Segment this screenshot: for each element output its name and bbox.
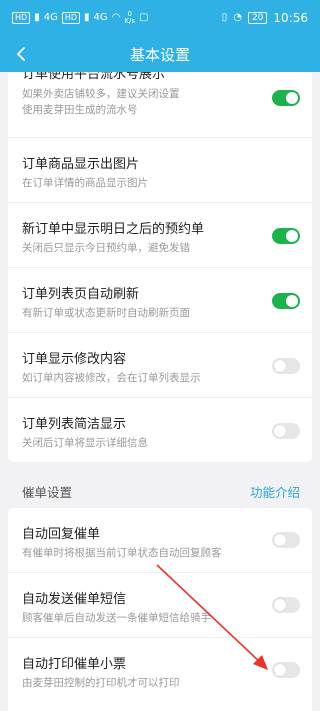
nav-bar: 基本设置 [0, 36, 320, 72]
toggle-switch[interactable] [272, 358, 300, 374]
wifi-icon: ◠ [111, 12, 121, 23]
toggle-knob [274, 599, 286, 611]
signal-icon-2: ▮ [84, 12, 90, 23]
order-settings-card: 订单使用平台流水号展示 如果外卖店铺较多，建议关闭设置 使用麦芽田生成的流水号 … [8, 72, 312, 462]
status-left: HD ▮ 4G HD ▮ 4G ◠ 0 K/s ▢ [12, 11, 148, 25]
setting-row-auto-reply: 自动回复催单 有催单时将根据当前订单状态自动回复顾客 [8, 508, 312, 573]
toggle-switch[interactable] [272, 228, 300, 244]
toggle-switch[interactable] [272, 90, 300, 106]
setting-desc: 如订单内容被修改，会在订单列表显示 [22, 372, 201, 384]
setting-title: 订单显示修改内容 [22, 352, 127, 367]
toggle-knob [274, 534, 286, 546]
toggle-switch[interactable] [272, 423, 300, 439]
setting-row-show-modifications: 订单显示修改内容 如订单内容被修改，会在订单列表显示 [8, 333, 312, 398]
toggle-knob [286, 230, 298, 242]
setting-row-auto-sms: 自动发送催单短信 顾客催单后自动发送一条催单短信给骑手 [8, 573, 312, 638]
reminder-settings-card: 自动回复催单 有催单时将根据当前订单状态自动回复顾客 自动发送催单短信 顾客催单… [8, 508, 312, 711]
toggle-knob [286, 92, 298, 104]
setting-row-compact-list: 订单列表简洁显示 关闭后订单将显示详细信息 [8, 398, 312, 462]
setting-title: 自动发送催单短信 [22, 592, 127, 607]
setting-row-auto-refresh: 订单列表页自动刷新 有新订单或状态更新时自动刷新页面 [8, 268, 312, 333]
hd-badge: HD [12, 12, 31, 24]
setting-title: 自动回复催单 [22, 527, 101, 542]
setting-row-product-images: 订单商品显示出图片 在订单详情的商品显示图片 [8, 138, 312, 203]
speed-unit: K/s [124, 17, 135, 25]
toggle-knob [274, 664, 286, 676]
signal-label-2: 4G [93, 12, 108, 23]
toggle-knob [274, 360, 286, 372]
setting-row-platform-serial: 订单使用平台流水号展示 如果外卖店铺较多，建议关闭设置 使用麦芽田生成的流水号 [8, 72, 312, 138]
status-right: ▯ ◔ 20 10:56 [222, 11, 308, 25]
feature-intro-link[interactable]: 功能介绍 [250, 482, 300, 501]
setting-title: 订单列表简洁显示 [22, 417, 127, 432]
setting-desc: 关闭后只显示今日预约单，避免发错 [22, 242, 190, 254]
setting-title: 订单使用平台流水号展示 [22, 72, 166, 82]
setting-desc: 在订单详情的商品显示图片 [22, 177, 148, 189]
setting-title: 订单商品显示出图片 [22, 157, 140, 172]
page-title: 基本设置 [129, 45, 190, 64]
signal-icon: ▮ [34, 12, 40, 23]
network-speed: 0 K/s [124, 11, 135, 25]
setting-row-auto-print: 自动打印催单小票 由麦芽田控制的打印机才可以打印 [8, 638, 312, 703]
setting-desc: 顾客催单后自动发送一条催单短信给骑手 [22, 612, 211, 624]
setting-desc: 由麦芽田控制的打印机才可以打印 [22, 677, 180, 689]
alarm-icon: ◔ [233, 12, 242, 23]
status-time: 10:56 [273, 11, 308, 25]
hd-badge-2: HD [61, 12, 81, 24]
toggle-switch[interactable] [272, 293, 300, 309]
setting-row-future-reservations: 新订单中显示明日之后的预约单 关闭后只显示今日预约单，避免发错 [8, 203, 312, 268]
setting-desc-2: 使用麦芽田生成的流水号 [22, 104, 138, 116]
vibrate-icon: ▯ [221, 12, 228, 23]
setting-title: 订单列表页自动刷新 [22, 287, 140, 302]
setting-title: 新订单中显示明日之后的预约单 [22, 222, 205, 237]
back-button[interactable] [6, 38, 38, 70]
setting-desc: 有新订单或状态更新时自动刷新页面 [22, 307, 190, 319]
toggle-switch[interactable] [272, 662, 300, 678]
toggle-knob [286, 295, 298, 307]
toggle-switch[interactable] [272, 532, 300, 548]
notification-icon: ▢ [139, 12, 149, 23]
status-bar: HD ▮ 4G HD ▮ 4G ◠ 0 K/s ▢ ▯ ◔ 20 10:56 [0, 0, 320, 36]
reminder-section-header: 催单设置 功能介绍 [0, 472, 320, 508]
setting-desc: 有催单时将根据当前订单状态自动回复顾客 [22, 547, 222, 559]
toggle-knob [274, 425, 286, 437]
signal-label: 4G [43, 12, 58, 23]
section-label: 催单设置 [22, 485, 73, 500]
battery-icon: 20 [247, 12, 268, 24]
toggle-switch[interactable] [272, 597, 300, 613]
setting-desc: 关闭后订单将显示详细信息 [22, 437, 148, 449]
setting-title: 自动打印催单小票 [22, 657, 127, 672]
chevron-left-icon [17, 47, 25, 61]
setting-desc: 如果外卖店铺较多，建议关闭设置 [22, 88, 180, 100]
app-header: HD ▮ 4G HD ▮ 4G ◠ 0 K/s ▢ ▯ ◔ 20 10:56 基… [0, 0, 320, 72]
